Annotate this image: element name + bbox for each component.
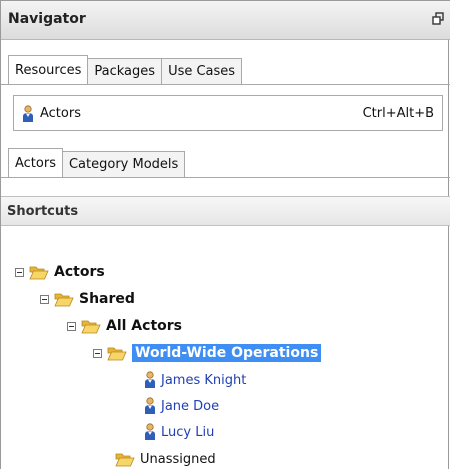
tab-packages[interactable]: Packages [87,58,163,84]
actor-icon [145,397,155,414]
tab-category-models[interactable]: Category Models [61,151,186,177]
tree-node-actor[interactable]: Lucy Liu [144,420,214,444]
restore-icon[interactable] [432,12,444,26]
tree-node-actor[interactable]: Jane Doe [144,394,219,418]
collapse-toggle[interactable] [15,267,24,277]
actor-icon [145,371,155,388]
folder-open-icon [115,453,135,467]
navigator-panel: Navigator Resources Packages Use Cases A… [0,0,450,471]
collapse-toggle[interactable] [93,348,102,358]
folder-open-icon [107,347,127,361]
tree-node-unassigned[interactable]: Unassigned [115,447,216,471]
sub-tab-bar: Actors Category Models [8,148,186,177]
actor-icon [23,105,33,122]
collapse-toggle[interactable] [40,294,49,304]
folder-open-icon [54,293,74,307]
actor-icon [145,423,155,440]
actors-menu-item[interactable]: Actors Ctrl+Alt+B [13,95,443,131]
top-tab-bar: Resources Packages Use Cases [8,55,243,84]
folder-open-icon [81,320,101,334]
tree-node-all-actors[interactable]: All Actors [67,314,182,338]
menu-item-shortcut: Ctrl+Alt+B [362,106,434,121]
selected-node-label: World-Wide Operations [132,344,322,362]
tree-node-actors[interactable]: Actors [15,260,105,284]
shortcuts-header: Shortcuts [1,196,450,226]
menu-item-label: Actors [40,106,81,121]
tree-node-world-wide-operations[interactable]: World-Wide Operations [93,341,322,365]
tree-node-shared[interactable]: Shared [40,287,135,311]
collapse-toggle[interactable] [67,321,76,331]
panel-title: Navigator [8,11,86,27]
shortcuts-title: Shortcuts [7,204,79,219]
title-bar: Navigator [1,0,450,40]
folder-open-icon [29,266,49,280]
sub-tab-divider [1,177,450,178]
tree-node-actor[interactable]: James Knight [144,368,246,392]
tab-resources[interactable]: Resources [8,55,89,84]
tab-use-cases[interactable]: Use Cases [161,58,243,84]
tab-actors[interactable]: Actors [8,148,63,177]
